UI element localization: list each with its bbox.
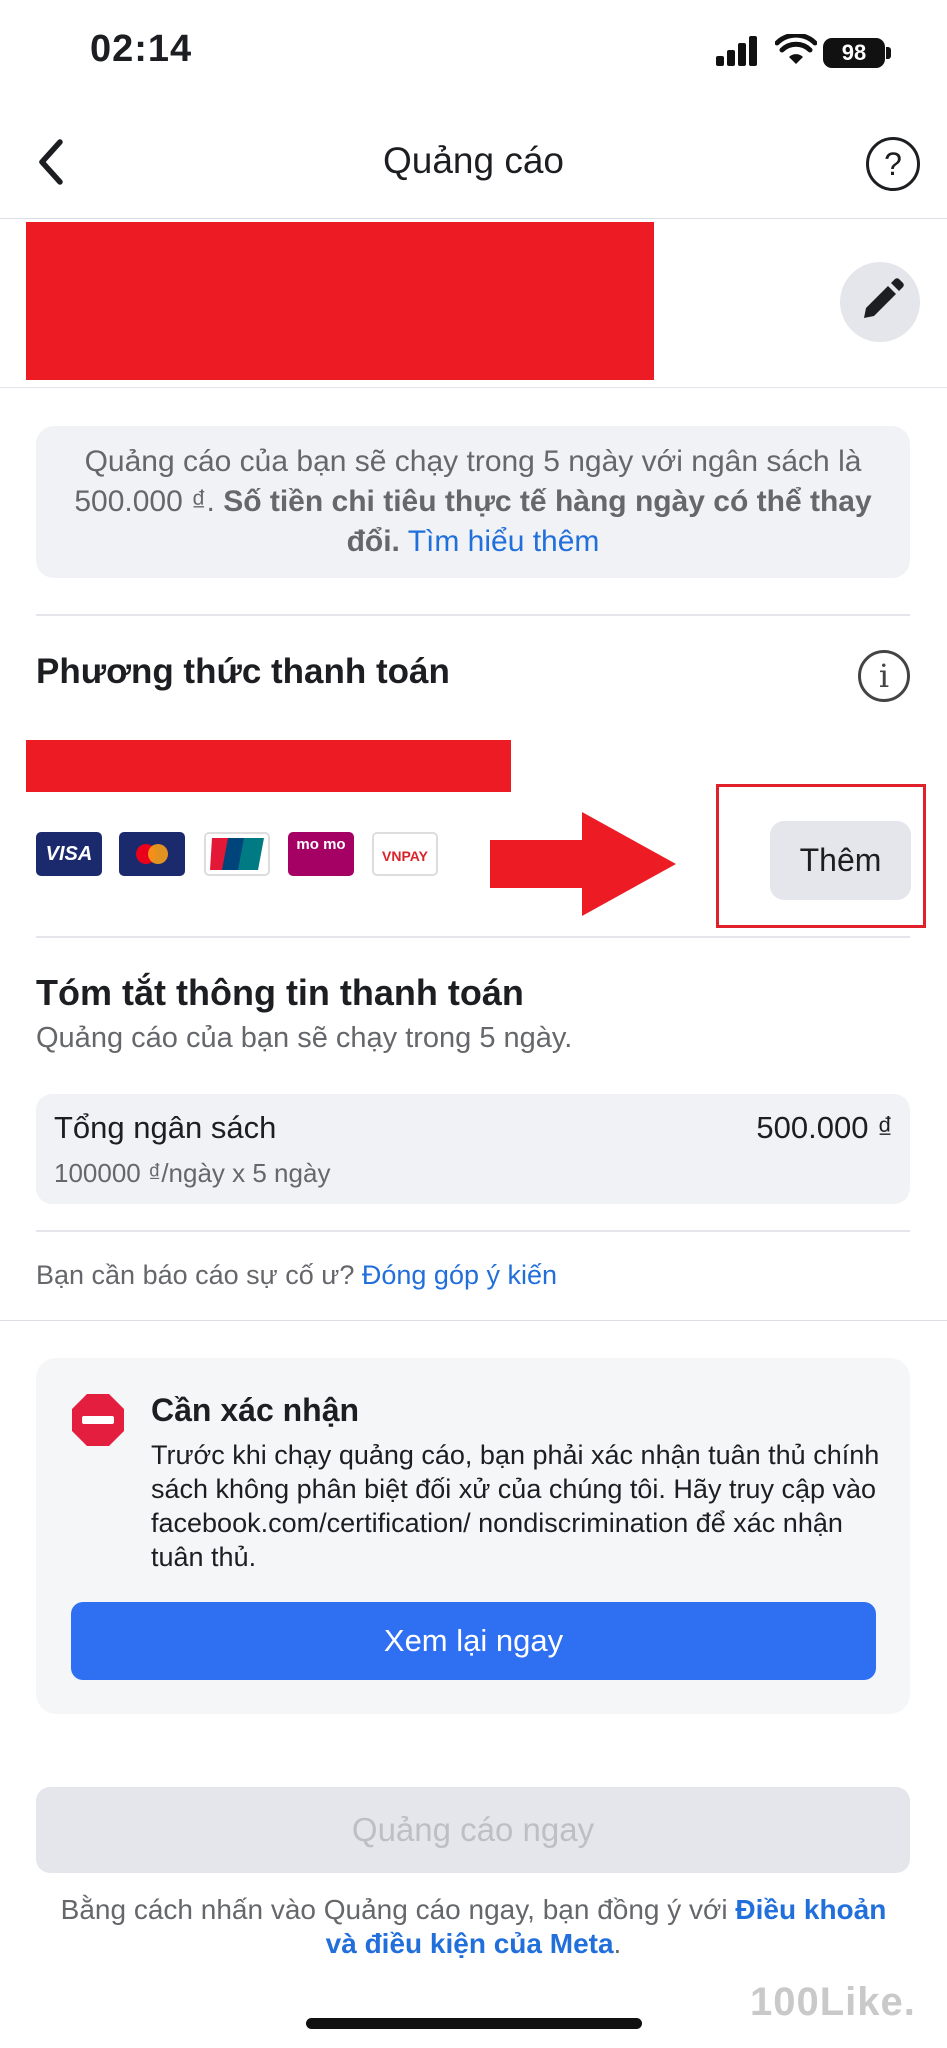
- terms-end: .: [613, 1928, 622, 1959]
- help-icon[interactable]: ?: [866, 137, 920, 191]
- learn-more-link[interactable]: Tìm hiểu thêm: [408, 525, 600, 558]
- edit-button[interactable]: [840, 262, 920, 342]
- divider: [36, 936, 910, 938]
- confirmation-title: Cần xác nhận: [151, 1392, 360, 1428]
- pencil-icon: [864, 278, 904, 318]
- budget-calculation: 100000 ₫/ngày x 5 ngày: [54, 1158, 331, 1188]
- confirmation-body: Trước khi chạy quảng cáo, bạn phải xác n…: [151, 1440, 880, 1572]
- vnpay-icon: VNPAY: [372, 832, 438, 876]
- annotation-arrow-icon: [490, 812, 676, 916]
- mastercard-icon: [119, 832, 185, 876]
- add-payment-button[interactable]: Thêm: [770, 821, 911, 900]
- divider: [36, 614, 910, 616]
- momo-icon: mo mo: [288, 832, 354, 876]
- redacted-ad-preview: [26, 222, 654, 380]
- header-divider: [0, 218, 947, 219]
- total-budget-label: Tổng ngân sách: [54, 1110, 277, 1145]
- status-time: 02:14: [90, 28, 193, 70]
- info-icon[interactable]: i: [858, 650, 910, 702]
- review-now-button[interactable]: Xem lại ngay: [71, 1602, 876, 1680]
- payment-method-title: Phương thức thanh toán: [36, 652, 450, 691]
- battery-tip: [886, 47, 891, 59]
- feedback-row: Bạn cần báo cáo sự cố ư? Đóng góp ý kiến: [36, 1260, 557, 1291]
- feedback-link[interactable]: Đóng góp ý kiến: [362, 1260, 557, 1290]
- page-title: Quảng cáo: [382, 140, 565, 181]
- summary-subtitle: Quảng cáo của bạn sẽ chạy trong 5 ngày.: [36, 1022, 573, 1054]
- unionpay-icon: [204, 832, 270, 876]
- divider: [0, 1320, 947, 1321]
- budget-notice: Quảng cáo của bạn sẽ chạy trong 5 ngày v…: [36, 426, 910, 578]
- summary-title: Tóm tắt thông tin thanh toán: [36, 972, 524, 1013]
- home-indicator[interactable]: [306, 2018, 642, 2029]
- terms-text: Bằng cách nhấn vào Quảng cáo ngay, bạn đ…: [60, 1893, 887, 1961]
- divider: [36, 1230, 910, 1232]
- watermark: 100Like.: [750, 1980, 916, 2024]
- wifi-icon: [775, 34, 817, 64]
- feedback-question: Bạn cần báo cáo sự cố ư?: [36, 1260, 355, 1290]
- cellular-signal-icon: [716, 36, 760, 66]
- battery-icon: 98: [823, 38, 885, 68]
- redacted-payment-detail: [26, 740, 511, 792]
- stop-sign-icon: [72, 1394, 124, 1446]
- total-budget-value: 500.000 ₫: [756, 1110, 893, 1145]
- divider: [0, 387, 947, 388]
- terms-plain: Bằng cách nhấn vào Quảng cáo ngay, bạn đ…: [60, 1894, 728, 1925]
- visa-card-icon: VISA: [36, 832, 102, 876]
- ad-now-button[interactable]: Quảng cáo ngay: [36, 1787, 910, 1873]
